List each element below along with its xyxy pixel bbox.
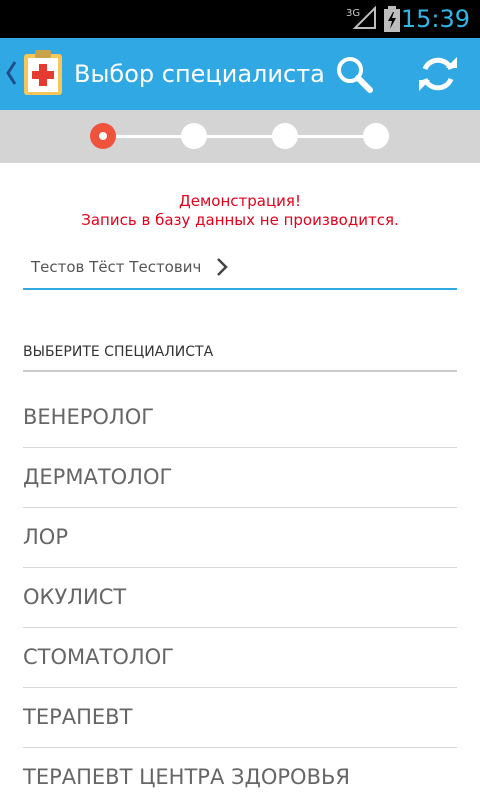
step-1-indicator — [90, 123, 116, 149]
search-icon[interactable] — [332, 52, 376, 96]
section-header-label: ВЫБЕРИТЕ СПЕЦИАЛИСТА — [23, 344, 214, 360]
chevron-right-icon — [217, 258, 228, 276]
chevron-left-icon[interactable] — [4, 58, 18, 88]
list-item-label: ЛОР — [23, 525, 68, 549]
stepper-line — [103, 135, 377, 138]
list-item-therapist[interactable]: ТЕРАПЕВТ — [23, 688, 457, 748]
list-item-label: ВЕНЕРОЛОГ — [23, 405, 155, 429]
list-item-dermatologist[interactable]: ДЕРМАТОЛОГ — [23, 448, 457, 508]
section-header: ВЫБЕРИТЕ СПЕЦИАЛИСТА — [23, 340, 457, 372]
demo-notice-message: Запись в базу данных не производится. — [81, 211, 399, 229]
progress-stepper — [0, 110, 480, 163]
demo-notice-title: Демонстрация! — [179, 192, 301, 210]
refresh-icon[interactable] — [416, 52, 460, 96]
step-2-indicator — [181, 123, 207, 149]
status-time: 15:39 — [400, 5, 470, 33]
list-item-health-center-therapist[interactable]: ТЕРАПЕВТ ЦЕНТРА ЗДОРОВЬЯ — [23, 748, 457, 807]
list-item-label: ТЕРАПЕВТ ЦЕНТРА ЗДОРОВЬЯ — [23, 765, 350, 789]
medical-clipboard-icon[interactable] — [22, 49, 64, 97]
page-title: Выбор специалиста — [74, 60, 325, 88]
network-type-label: 3G — [346, 8, 360, 19]
list-item-ent[interactable]: ЛОР — [23, 508, 457, 568]
list-item-label: СТОМАТОЛОГ — [23, 645, 174, 669]
demo-notice: Демонстрация! Запись в базу данных не пр… — [0, 192, 480, 230]
battery-charging-icon — [384, 6, 400, 32]
step-4-indicator — [363, 123, 389, 149]
list-item-label: ТЕРАПЕВТ — [23, 705, 133, 729]
status-bar: 3G 15:39 — [0, 0, 480, 38]
list-item-label: ОКУЛИСТ — [23, 585, 127, 609]
patient-selector[interactable]: Тестов Тёст Тестович — [23, 248, 457, 290]
action-bar: Выбор специалиста — [0, 38, 480, 110]
list-item-dentist[interactable]: СТОМАТОЛОГ — [23, 628, 457, 688]
specialist-list: ВЕНЕРОЛОГ ДЕРМАТОЛОГ ЛОР ОКУЛИСТ СТОМАТО… — [23, 388, 457, 807]
signal-icon: 3G — [346, 6, 376, 29]
patient-name: Тестов Тёст Тестович — [31, 258, 202, 276]
list-item-venerologist[interactable]: ВЕНЕРОЛОГ — [23, 388, 457, 448]
step-3-indicator — [272, 123, 298, 149]
list-item-label: ДЕРМАТОЛОГ — [23, 465, 173, 489]
list-item-oculist[interactable]: ОКУЛИСТ — [23, 568, 457, 628]
